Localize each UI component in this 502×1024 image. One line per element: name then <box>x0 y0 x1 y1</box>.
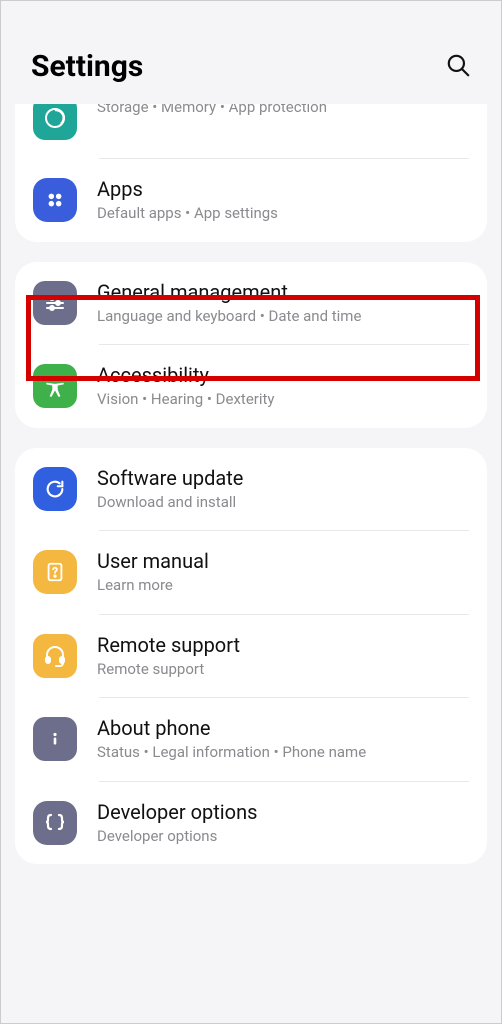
sliders-icon <box>33 281 77 325</box>
item-subtitle: Language and keyboard • Date and time <box>97 307 469 327</box>
settings-group: General management Language and keyboard… <box>15 262 487 428</box>
item-title: Remote support <box>97 633 469 657</box>
settings-item-software-update[interactable]: Software update Download and install <box>15 448 487 531</box>
item-subtitle: Download and install <box>97 493 469 513</box>
item-title: User manual <box>97 549 469 573</box>
settings-item-apps[interactable]: Apps Default apps • App settings <box>15 159 487 242</box>
item-title: About phone <box>97 716 469 740</box>
info-icon <box>33 717 77 761</box>
item-subtitle: Default apps • App settings <box>97 204 469 224</box>
item-title: Apps <box>97 177 469 201</box>
settings-item-general-management[interactable]: General management Language and keyboard… <box>15 262 487 345</box>
item-subtitle: Vision • Hearing • Dexterity <box>97 390 469 410</box>
item-subtitle: Status • Legal information • Phone name <box>97 743 469 763</box>
item-title: Developer options <box>97 800 469 824</box>
accessibility-icon <box>33 364 77 408</box>
headset-icon <box>33 634 77 678</box>
settings-item-accessibility[interactable]: Accessibility Vision • Hearing • Dexteri… <box>15 345 487 428</box>
item-title: Accessibility <box>97 363 469 387</box>
item-title: General management <box>97 280 469 304</box>
item-subtitle: Learn more <box>97 576 469 596</box>
settings-group: Device care Storage • Memory • App prote… <box>15 104 487 242</box>
item-subtitle: Developer options <box>97 827 469 847</box>
manual-icon <box>33 550 77 594</box>
braces-icon <box>33 801 77 845</box>
update-icon <box>33 467 77 511</box>
settings-header: Settings <box>1 1 501 104</box>
settings-item-remote-support[interactable]: Remote support Remote support <box>15 615 487 698</box>
settings-item-developer-options[interactable]: Developer options Developer options <box>15 782 487 865</box>
device-care-icon <box>33 104 77 140</box>
apps-icon <box>33 178 77 222</box>
settings-item-about-phone[interactable]: About phone Status • Legal information •… <box>15 698 487 781</box>
item-subtitle: Remote support <box>97 660 469 680</box>
settings-item-device-care[interactable]: Device care Storage • Memory • App prote… <box>15 104 487 158</box>
settings-item-user-manual[interactable]: User manual Learn more <box>15 531 487 614</box>
item-subtitle: Storage • Memory • App protection <box>97 104 469 118</box>
settings-group: Software update Download and install Use… <box>15 448 487 865</box>
item-title: Software update <box>97 466 469 490</box>
page-title: Settings <box>31 49 143 84</box>
search-icon[interactable] <box>445 52 471 82</box>
